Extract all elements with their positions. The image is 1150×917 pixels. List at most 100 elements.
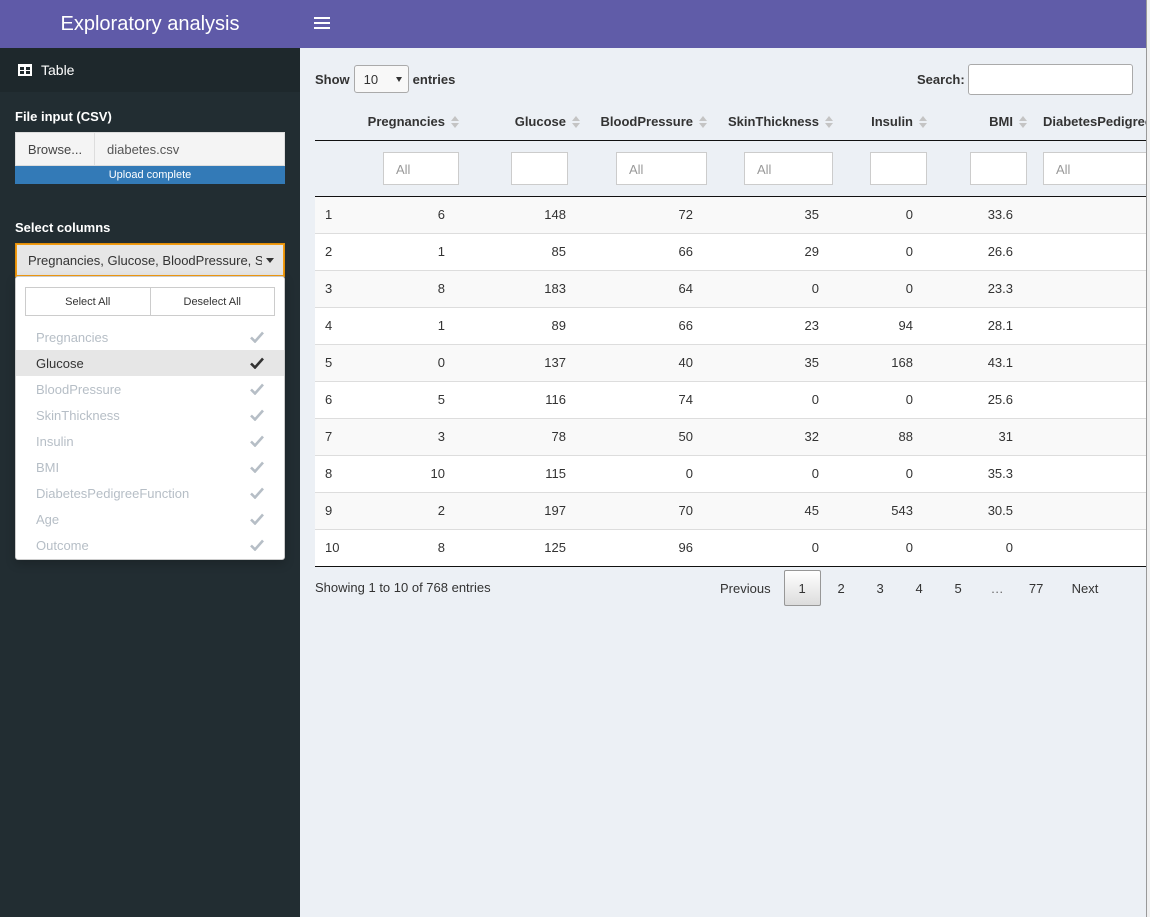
entries-label: entries xyxy=(412,71,456,87)
column-option[interactable]: Glucose xyxy=(16,350,284,376)
column-filter-input[interactable]: All xyxy=(744,151,833,185)
column-option-label: Glucose xyxy=(36,355,84,371)
file-name-field[interactable]: diabetes.csv xyxy=(95,132,285,166)
page-button[interactable]: 77 xyxy=(1018,570,1055,606)
table-cell xyxy=(1035,380,1146,418)
table-cell: 0 xyxy=(935,528,1035,567)
table-row[interactable]: 7 3 78 50 32 88 31 xyxy=(315,417,1146,455)
table-row[interactable]: 5 0 137 40 35 168 43.1 xyxy=(315,343,1146,381)
column-header[interactable]: BloodPressure xyxy=(588,103,715,141)
column-header[interactable]: Glucose xyxy=(467,103,588,141)
table-row[interactable]: 8 10 115 0 0 0 35.3 xyxy=(315,454,1146,492)
column-option[interactable]: Age xyxy=(16,506,284,532)
filter-cell xyxy=(935,140,1035,197)
column-option[interactable]: SkinThickness xyxy=(16,402,284,428)
column-header[interactable]: SkinThickness xyxy=(715,103,841,141)
column-option-label: DiabetesPedigreeFunction xyxy=(36,485,190,501)
select-columns-label: Select columns xyxy=(15,220,111,235)
page-button[interactable]: 3 xyxy=(862,570,899,606)
column-option-label: SkinThickness xyxy=(36,407,120,423)
table-row[interactable]: 6 5 116 74 0 0 25.6 xyxy=(315,380,1146,418)
column-filter-input[interactable] xyxy=(870,151,927,185)
checkmark-icon xyxy=(250,461,264,473)
table-cell: 43.1 xyxy=(935,343,1035,381)
table-cell: 0 xyxy=(715,454,841,492)
column-filter-input[interactable]: All xyxy=(616,151,707,185)
index-header xyxy=(315,103,357,141)
index-filter-cell xyxy=(315,140,357,197)
hamburger-menu-icon[interactable] xyxy=(314,14,330,34)
table-row[interactable]: 10 8 125 96 0 0 0 xyxy=(315,528,1146,567)
column-option[interactable]: Outcome xyxy=(16,532,284,558)
column-header-label: BloodPressure xyxy=(600,113,693,129)
length-control: Show 10 entries xyxy=(315,65,455,93)
pagination-ellipsis: … xyxy=(990,580,1004,596)
table-cell: 26.6 xyxy=(935,232,1035,270)
checkmark-icon xyxy=(250,331,264,343)
column-option-label: BloodPressure xyxy=(36,381,122,397)
previous-page-button[interactable]: Previous xyxy=(714,570,777,606)
column-filter-input[interactable]: All xyxy=(383,151,459,185)
row-index-cell: 10 xyxy=(315,528,357,567)
table-cell: 10 xyxy=(357,454,467,492)
column-header[interactable]: Pregnancies xyxy=(357,103,467,141)
column-header[interactable]: DiabetesPedigreeFunction xyxy=(1035,103,1146,141)
column-option[interactable]: BloodPressure xyxy=(16,376,284,402)
column-header-label: Insulin xyxy=(871,113,913,129)
table-row[interactable]: 1 6 148 72 35 0 33.6 xyxy=(315,196,1146,233)
search-control: Search: xyxy=(917,64,1133,95)
filter-cell: All xyxy=(357,140,467,197)
column-option-label: Pregnancies xyxy=(36,329,109,345)
deselect-all-button[interactable]: Deselect All xyxy=(150,287,275,316)
column-header-label: SkinThickness xyxy=(727,113,819,129)
table-cell: 23.3 xyxy=(935,269,1035,307)
table-cell: 2 xyxy=(357,491,467,529)
column-option[interactable]: DiabetesPedigreeFunction xyxy=(16,480,284,506)
table-row[interactable]: 4 1 89 66 23 94 28.1 xyxy=(315,306,1146,344)
row-index-cell: 7 xyxy=(315,417,357,455)
table-cell: 35 xyxy=(715,196,841,233)
table-row[interactable]: 9 2 197 70 45 543 30.5 xyxy=(315,491,1146,529)
table-cell: 0 xyxy=(841,454,935,492)
table-cell: 23 xyxy=(715,306,841,344)
table-cell: 0 xyxy=(715,380,841,418)
page-button[interactable]: 5 xyxy=(940,570,977,606)
column-filter-input[interactable]: All xyxy=(1043,151,1146,185)
filter-cell: All xyxy=(1035,140,1146,197)
row-index-cell: 2 xyxy=(315,232,357,270)
column-header[interactable]: Insulin xyxy=(841,103,935,141)
page-button[interactable]: 2 xyxy=(823,570,860,606)
search-input[interactable] xyxy=(967,64,1133,95)
entries-per-page-select[interactable]: 10 xyxy=(353,65,409,93)
table-cell xyxy=(1035,306,1146,344)
filter-cell xyxy=(467,140,588,197)
page-button[interactable]: 1 xyxy=(783,570,821,606)
select-all-button[interactable]: Select All xyxy=(25,287,151,316)
next-page-button[interactable]: Next xyxy=(1066,570,1105,606)
table-cell: 35.3 xyxy=(935,454,1035,492)
sidebar-item-label: Table xyxy=(41,62,75,78)
column-filter-input[interactable] xyxy=(970,151,1027,185)
column-header[interactable]: BMI xyxy=(935,103,1035,141)
column-option[interactable]: Pregnancies xyxy=(16,324,284,350)
sort-icon xyxy=(572,116,580,128)
column-option[interactable]: Insulin xyxy=(16,428,284,454)
sort-icon xyxy=(451,116,459,128)
table-row[interactable]: 2 1 85 66 29 0 26.6 xyxy=(315,232,1146,270)
page-button[interactable]: 4 xyxy=(901,570,938,606)
column-header-label: Pregnancies xyxy=(367,113,445,129)
column-header-label: DiabetesPedigreeFunction xyxy=(1043,113,1146,129)
table-cell: 8 xyxy=(357,528,467,567)
table-row[interactable]: 3 8 183 64 0 0 23.3 xyxy=(315,269,1146,307)
row-index-cell: 8 xyxy=(315,454,357,492)
column-filter-input[interactable] xyxy=(511,151,568,185)
row-index-cell: 9 xyxy=(315,491,357,529)
row-index-cell: 1 xyxy=(315,196,357,233)
table-cell: 0 xyxy=(715,269,841,307)
column-option[interactable]: BMI xyxy=(16,454,284,480)
sidebar-item-table[interactable]: Table xyxy=(0,48,300,92)
table-cell: 25.6 xyxy=(935,380,1035,418)
table-cell: 0 xyxy=(588,454,715,492)
browse-button[interactable]: Browse... xyxy=(15,132,95,166)
select-columns-dropdown[interactable]: Pregnancies, Glucose, BloodPressure, Ski… xyxy=(15,243,285,277)
